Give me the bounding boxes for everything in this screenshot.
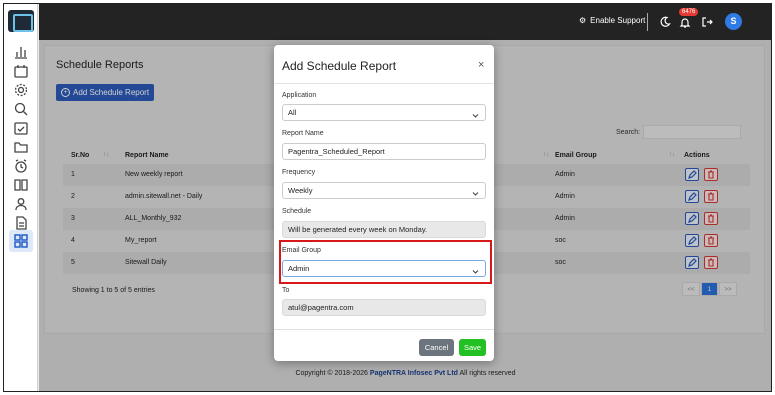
to-readonly-field: atul@pagentra.com bbox=[282, 299, 486, 316]
application-label: Application bbox=[282, 92, 317, 99]
enable-support-button[interactable]: ⚙ Enable Support bbox=[579, 16, 645, 25]
notification-count-badge: 6476 bbox=[679, 8, 699, 16]
chevron-down-icon bbox=[472, 187, 479, 196]
report-name-label: Report Name bbox=[282, 130, 324, 137]
support-gear-icon: ⚙ bbox=[579, 16, 587, 25]
dashboard-chart-icon[interactable] bbox=[13, 44, 29, 60]
schedule-readonly-field: Will be generated every week on Monday. bbox=[282, 221, 486, 238]
book-icon[interactable] bbox=[13, 177, 29, 193]
modal-divider bbox=[274, 83, 494, 84]
app-logo[interactable] bbox=[8, 10, 34, 32]
application-select[interactable]: All bbox=[282, 104, 486, 121]
notification-bell-icon[interactable] bbox=[679, 15, 691, 28]
calendar-check-icon[interactable] bbox=[13, 120, 29, 136]
reports-grid-icon[interactable] bbox=[9, 230, 33, 252]
modal-title: Add Schedule Report bbox=[282, 59, 397, 73]
app-window: ⚙ Enable Support 6476 S Schedule Reports… bbox=[3, 3, 772, 392]
header-divider bbox=[647, 13, 648, 31]
chevron-down-icon bbox=[472, 109, 479, 118]
chevron-down-icon bbox=[472, 265, 479, 274]
sidebar bbox=[4, 4, 38, 391]
user-avatar[interactable]: S bbox=[725, 13, 742, 30]
user-icon[interactable] bbox=[13, 196, 29, 212]
frequency-label: Frequency bbox=[282, 169, 316, 176]
document-icon[interactable] bbox=[13, 215, 29, 231]
frequency-select[interactable]: Weekly bbox=[282, 182, 486, 199]
folder-icon[interactable] bbox=[13, 139, 29, 155]
cancel-button[interactable]: Cancel bbox=[419, 339, 454, 356]
email-group-select[interactable]: Admin bbox=[282, 260, 486, 277]
dark-mode-moon-icon[interactable] bbox=[659, 15, 671, 27]
search-icon[interactable] bbox=[13, 101, 29, 117]
close-icon[interactable]: × bbox=[478, 59, 484, 71]
save-button[interactable]: Save bbox=[459, 339, 486, 356]
logout-icon[interactable] bbox=[701, 15, 713, 27]
to-label: To bbox=[282, 287, 290, 294]
add-schedule-report-modal: Add Schedule Report × Application All Re… bbox=[274, 45, 494, 361]
email-group-label: Email Group bbox=[282, 247, 321, 254]
top-header: ⚙ Enable Support 6476 S bbox=[39, 4, 771, 40]
alarm-clock-icon[interactable] bbox=[13, 158, 29, 174]
schedule-label: Schedule bbox=[282, 208, 312, 215]
report-name-input[interactable]: Pagentra_Scheduled_Report bbox=[282, 143, 486, 160]
modal-footer-divider bbox=[274, 329, 494, 330]
calendar-icon[interactable] bbox=[13, 63, 29, 79]
settings-gear-icon[interactable] bbox=[13, 82, 29, 98]
